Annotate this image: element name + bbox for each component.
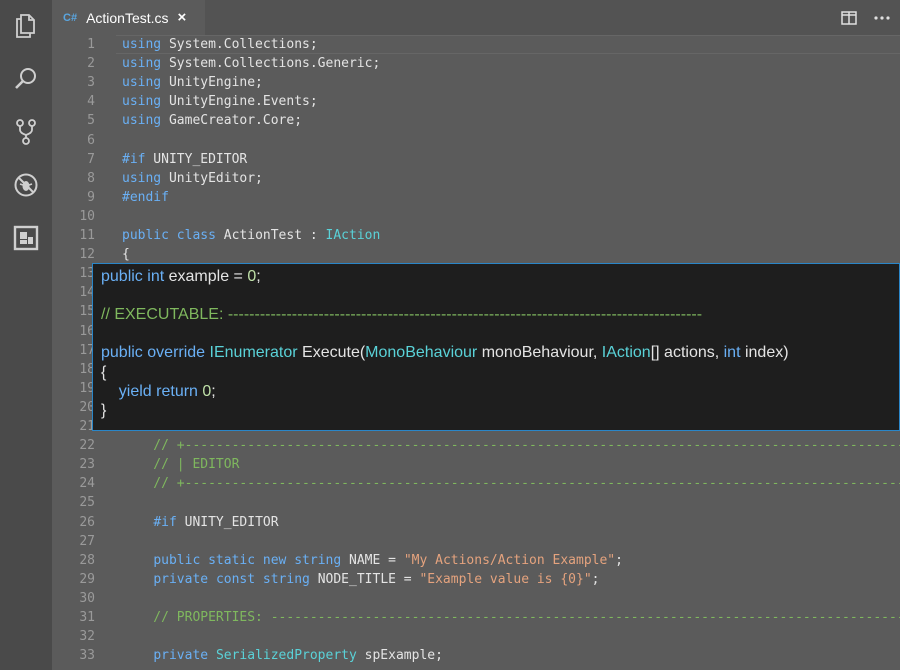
line-number: 10 <box>79 208 95 224</box>
line-number: 18 <box>79 361 95 377</box>
code-line[interactable]: // +------------------------------------… <box>122 474 900 493</box>
line-number: 6 <box>87 132 95 148</box>
debug-icon[interactable] <box>0 166 52 204</box>
code-line[interactable]: using GameCreator.Core; <box>122 111 302 130</box>
peek-code-line[interactable]: // EXECUTABLE: -------------------------… <box>101 305 702 324</box>
code-line[interactable]: public static new string NAME = "My Acti… <box>122 551 623 570</box>
line-number: 14 <box>79 285 95 301</box>
code-line[interactable]: using UnityEngine.Events; <box>122 92 318 111</box>
line-number: 13 <box>79 266 95 282</box>
code-line[interactable]: #if UNITY_EDITOR <box>122 513 278 532</box>
code-line[interactable]: public class ActionTest : IAction <box>122 226 380 245</box>
peek-code-line[interactable]: { <box>101 363 106 382</box>
split-editor-icon[interactable] <box>840 9 858 27</box>
source-control-icon[interactable] <box>0 113 52 151</box>
line-number: 19 <box>79 380 95 396</box>
tab-bar: C# ActionTest.cs × <box>52 0 900 35</box>
csharp-lang-badge: C# <box>63 11 78 24</box>
files-icon[interactable] <box>0 6 52 44</box>
line-number: 1 <box>87 37 95 52</box>
code-line[interactable]: // | EDITOR <box>122 455 239 474</box>
line-number: 8 <box>87 170 95 186</box>
line-number: 26 <box>79 514 95 530</box>
line-number: 3 <box>87 75 95 91</box>
search-icon[interactable] <box>0 60 52 98</box>
code-line[interactable]: #if UNITY_EDITOR <box>122 150 247 169</box>
close-icon[interactable]: × <box>178 9 187 26</box>
activity-bar <box>0 0 52 670</box>
line-number: 7 <box>87 151 95 167</box>
line-number: 12 <box>79 247 95 263</box>
peek-code-line[interactable]: yield return 0; <box>101 382 216 401</box>
line-number: 30 <box>79 590 95 606</box>
line-number: 15 <box>79 304 95 320</box>
code-line[interactable]: #endif <box>122 188 169 207</box>
line-number: 5 <box>87 113 95 129</box>
code-line[interactable]: // +------------------------------------… <box>122 436 900 455</box>
line-number: 4 <box>87 94 95 110</box>
line-number: 21 <box>79 419 95 434</box>
line-number: 16 <box>79 323 95 339</box>
line-number: 20 <box>79 399 95 415</box>
line-number: 22 <box>79 438 95 454</box>
line-number: 28 <box>79 552 95 568</box>
code-line[interactable]: private SerializedProperty spExample; <box>122 646 443 665</box>
line-number: 25 <box>79 495 95 511</box>
peek-code-line[interactable]: public override IEnumerator Execute(Mono… <box>101 343 789 362</box>
extensions-icon[interactable] <box>0 219 52 257</box>
line-number: 23 <box>79 457 95 473</box>
code-line[interactable]: { <box>122 245 130 264</box>
line-number: 32 <box>79 629 95 645</box>
line-number: 33 <box>79 648 95 664</box>
more-actions-icon[interactable] <box>873 9 891 27</box>
peek-code-block: public int example = 0; // EXECUTABLE: --… <box>92 263 900 431</box>
tab-actiontest[interactable]: C# ActionTest.cs × <box>52 0 205 35</box>
line-number: 9 <box>87 189 95 205</box>
code-line[interactable]: using System.Collections; <box>122 35 318 54</box>
peek-code-line[interactable]: } <box>101 401 106 420</box>
code-line[interactable]: using UnityEngine; <box>122 73 263 92</box>
line-number: 24 <box>79 476 95 492</box>
tab-filename: ActionTest.cs <box>86 9 169 26</box>
line-number: 11 <box>79 228 95 243</box>
code-line[interactable]: // PROPERTIES: -------------------------… <box>122 608 900 627</box>
code-line[interactable]: private const string NODE_TITLE = "Examp… <box>122 570 599 589</box>
line-number: 2 <box>87 56 95 72</box>
line-number: 31 <box>79 610 95 625</box>
peek-code-line[interactable]: public int example = 0; <box>101 267 261 286</box>
line-number: 27 <box>79 533 95 549</box>
line-number: 29 <box>79 571 95 587</box>
line-number: 17 <box>79 342 95 358</box>
code-line[interactable]: using UnityEditor; <box>122 169 263 188</box>
code-line[interactable]: using System.Collections.Generic; <box>122 54 380 73</box>
